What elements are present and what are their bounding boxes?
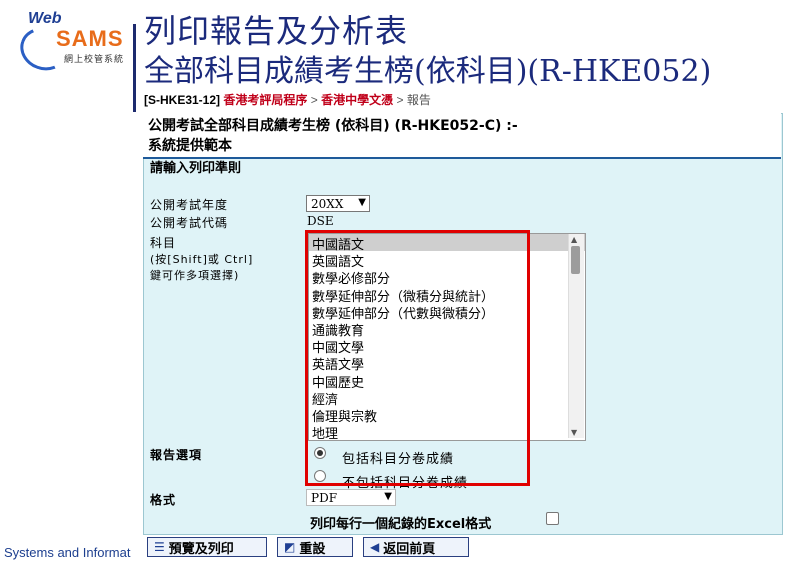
logo-subtitle: 網上校管系統 <box>64 55 125 65</box>
logo-sams-text: SAMS <box>56 26 124 51</box>
back-label: 返回前頁 <box>383 541 436 557</box>
document-icon: ☰ <box>154 540 165 554</box>
highlight-box <box>305 230 530 486</box>
breadcrumb-separator: > <box>310 93 318 107</box>
breadcrumb-link-dse[interactable]: 香港中學文憑 <box>321 93 393 107</box>
exam-year-value: 20XX <box>311 197 344 211</box>
excel-option-checkbox[interactable] <box>546 512 559 525</box>
exam-year-label: 公開考試年度 <box>150 198 229 212</box>
exam-year-select[interactable]: 20XX ▼ <box>306 195 370 212</box>
preview-print-label: 預覽及列印 <box>168 541 234 557</box>
panel-header-title: 公開考試全部科目成績考生榜 (依科目) (R-HKE052-C) :- 系統提供… <box>148 118 518 154</box>
subject-hint-line2: 鍵可作多項選擇) <box>150 269 240 282</box>
scroll-up-icon[interactable]: ▲ <box>571 235 577 244</box>
back-arrow-icon: ◀ <box>370 540 380 554</box>
format-label: 格式 <box>150 493 177 507</box>
screen-code: [S-HKE31-12] <box>144 93 221 107</box>
excel-option-label: 列印每行一個紀錄的Excel格式 <box>310 517 492 532</box>
subject-hint-line1: (按[Shift]或 Ctrl] <box>150 253 254 266</box>
format-select[interactable]: PDF ▼ <box>306 489 396 506</box>
preview-print-button[interactable]: ☰ 預覽及列印 <box>147 537 267 557</box>
exam-code-value: DSE <box>307 214 334 228</box>
reset-icon: ◩ <box>284 540 296 554</box>
slide-subtitle: 全部科目成績考生榜(依科目)(R-HKE052) <box>144 54 712 89</box>
exam-code-label: 公開考試代碼 <box>150 216 229 230</box>
subject-label: 科目 <box>150 236 177 250</box>
title-divider <box>133 24 136 112</box>
reset-label: 重設 <box>299 541 326 557</box>
breadcrumb: [S-HKE31-12] 香港考評局程序 > 香港中學文憑 > 報告 <box>144 91 431 108</box>
breadcrumb-current: 報告 <box>406 93 431 107</box>
format-value: PDF <box>311 491 338 505</box>
report-options-label: 報告選項 <box>150 448 203 462</box>
reset-button[interactable]: ◩ 重設 <box>277 537 353 557</box>
scroll-thumb[interactable] <box>571 246 580 274</box>
back-button[interactable]: ◀ 返回前頁 <box>363 537 469 557</box>
chevron-down-icon: ▼ <box>384 491 392 502</box>
scroll-down-icon[interactable]: ▼ <box>571 428 577 437</box>
criteria-section-label: 請輸入列印準則 <box>150 161 242 176</box>
chevron-down-icon: ▼ <box>358 197 366 208</box>
breadcrumb-link-hkeaa[interactable]: 香港考評局程序 <box>223 93 307 107</box>
footer-text: Systems and Informat <box>4 545 131 560</box>
breadcrumb-separator: > <box>396 93 404 107</box>
